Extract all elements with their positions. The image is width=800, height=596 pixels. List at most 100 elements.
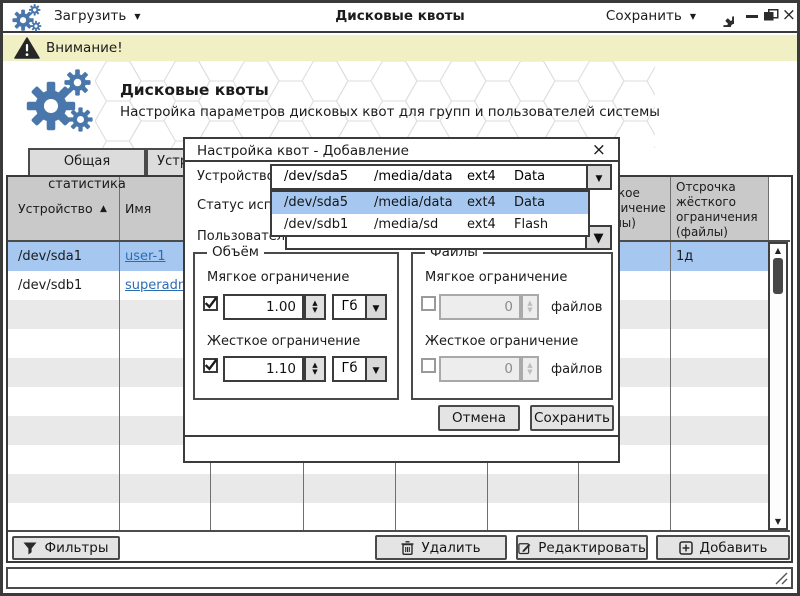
page-header: Дисковые квоты Настройка параметров диск… [0,61,800,148]
soft-limit-label: Мягкое ограничение [207,270,349,285]
app-window: Загрузить ▼ Дисковые квоты Сохранить ▼ ×… [0,0,800,596]
chevron-down-icon: ▼ [594,231,604,246]
scrollbar-thumb[interactable] [773,258,783,294]
delete-button[interactable]: Удалить [375,535,507,560]
device-label: Устройство: [197,169,279,184]
edit-pencil-icon [518,541,531,555]
cell-delay-files: 1д [676,242,693,271]
vertical-scrollbar[interactable]: ▲ ▼ [768,242,788,530]
soft-limit-files-spin-buttons: ▲ ▼ [521,294,539,320]
column-header-device[interactable]: Устройство [18,201,93,216]
save-button[interactable]: Сохранить [530,405,614,431]
soft-unit-combo-arrow[interactable]: ▼ [365,294,387,320]
gears-illustration-icon [26,69,94,133]
combo-volume-label: Data [514,169,545,184]
device-dropdown-list: /dev/sda5 /media/data ext4 Data /dev/sdb… [270,190,590,237]
save-menu-button[interactable]: Сохранить ▼ [606,8,696,24]
minimize-icon[interactable] [746,15,758,18]
filter-icon [23,542,37,555]
maximize-icon[interactable] [764,9,779,22]
combo-fs: ext4 [467,169,496,184]
dropdown-item[interactable]: /dev/sdb1 /media/sd ext4 Flash [272,214,588,236]
close-icon[interactable]: × [782,5,796,25]
add-plus-icon [679,541,693,555]
edit-label: Редактировать [538,540,646,556]
hard-limit-files-spinner[interactable] [439,356,521,382]
warning-text: Внимание! [46,40,123,56]
hard-limit-files-spin-buttons: ▲ ▼ [521,356,539,382]
soft-limit-files-spinner[interactable] [439,294,521,320]
combo-device: /dev/sda5 [284,169,348,184]
sort-asc-icon[interactable]: ▲ [100,202,107,217]
volume-group: Объём Мягкое ограничение ▲ ▼ Гб ▼ Жестко… [193,252,399,400]
column-header-delay-files[interactable]: Отсрочка жёсткого ограничения (файлы) [676,180,764,240]
volume-legend: Объём [207,244,264,260]
cancel-label: Отмена [452,410,506,426]
soft-unit-combobox[interactable]: Гб [332,294,367,320]
dropdown-item-selected[interactable]: /dev/sda5 /media/data ext4 Data [272,192,588,214]
item-device: /dev/sdb1 [284,214,348,236]
settings-gear-icon[interactable] [712,5,734,27]
item-label: Flash [514,214,548,236]
item-label: Data [514,192,545,214]
spin-down-icon: ▼ [312,307,317,314]
chevron-down-icon: ▼ [373,366,380,376]
save-label: Сохранить [606,8,682,24]
dialog-title-divider [185,160,618,162]
filters-button[interactable]: Фильтры [12,536,120,560]
trash-icon [401,541,414,555]
combo-mount: /media/data [374,169,453,184]
column-header-name[interactable]: Имя [125,201,151,216]
hard-limit-spin-buttons[interactable]: ▲ ▼ [304,356,326,382]
titlebar: Загрузить ▼ Дисковые квоты Сохранить ▼ × [0,0,800,33]
quota-settings-dialog: Настройка квот - Добавление × Устройство… [183,137,620,463]
hard-unit-combobox[interactable]: Гб [332,356,367,382]
item-device: /dev/sda5 [284,192,348,214]
hard-limit-label: Жесткое ограничение [207,334,360,349]
hard-limit-checkbox[interactable] [203,358,218,373]
item-fs: ext4 [467,214,496,236]
device-combo-arrow[interactable]: ▼ [586,164,612,190]
hard-unit-combo-arrow[interactable]: ▼ [365,356,387,382]
checkmark-icon [204,296,218,309]
spin-down-icon: ▼ [312,369,317,376]
soft-limit-spin-buttons[interactable]: ▲ ▼ [304,294,326,320]
device-combobox[interactable]: /dev/sda5 /media/data ext4 Data [270,164,588,190]
item-mount: /media/data [374,192,453,214]
chevron-down-icon: ▼ [373,304,380,314]
soft-limit-files-value [441,296,519,318]
grid-bottom-divider [8,530,790,532]
chevron-down-icon: ▼ [690,12,696,21]
cell-name-link[interactable]: user-1 [125,242,166,271]
scroll-up-icon[interactable]: ▲ [770,246,786,255]
hard-limit-value[interactable] [225,358,302,380]
soft-limit-checkbox[interactable] [203,296,218,311]
hard-limit-spinner[interactable] [223,356,304,382]
page-title: Дисковые квоты [120,81,269,99]
dialog-title: Настройка квот - Добавление [197,143,409,159]
edit-button[interactable]: Редактировать [516,535,648,560]
tab-general-statistics[interactable]: Общая статистика [28,148,146,175]
status-bar [6,567,793,589]
resize-grip[interactable] [775,572,788,585]
soft-limit-value[interactable] [225,296,302,318]
item-mount: /media/sd [374,214,438,236]
page-subtitle: Настройка параметров дисковых квот для г… [120,104,660,120]
checkmark-icon [204,358,218,371]
soft-limit-spinner[interactable] [223,294,304,320]
warning-banner: Внимание! [0,35,800,61]
add-button[interactable]: Добавить [656,535,790,560]
files-suffix: файлов [551,300,602,315]
hard-limit-files-value [441,358,519,380]
files-group: Файлы Мягкое ограничение ▲ ▼ файлов Жест… [411,252,613,400]
close-icon[interactable]: × [592,141,606,159]
soft-limit-files-label: Мягкое ограничение [425,270,567,285]
soft-limit-files-checkbox[interactable] [421,296,436,311]
dialog-footer-divider [185,435,618,437]
scroll-down-icon[interactable]: ▼ [770,517,786,526]
cell-device: /dev/sda1 [18,242,82,271]
cell-device: /dev/sdb1 [18,271,82,300]
cancel-button[interactable]: Отмена [438,405,520,431]
warning-triangle-icon [14,37,40,59]
hard-limit-files-checkbox[interactable] [421,358,436,373]
